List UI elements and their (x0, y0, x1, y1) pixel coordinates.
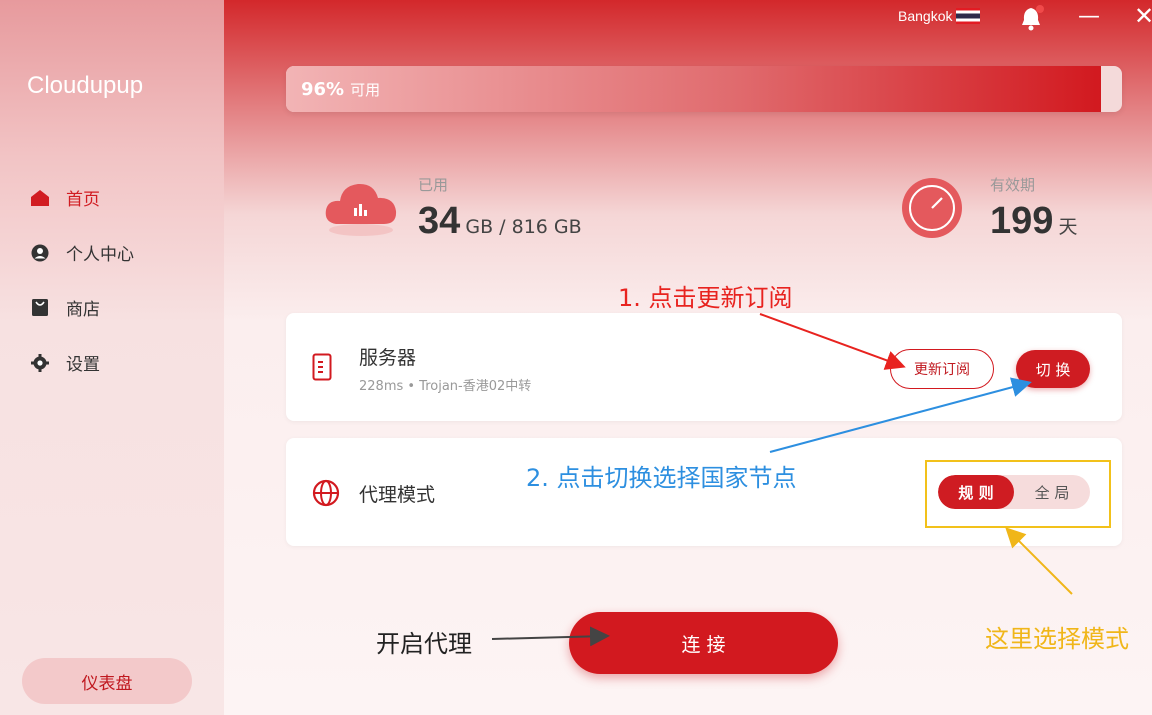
cloud-data-icon (322, 174, 400, 242)
sidebar-item-label: 设置 (66, 355, 100, 375)
clock-icon (900, 176, 964, 244)
proxy-mode-title: 代理模式 (359, 484, 436, 506)
dashboard-button[interactable]: 仪表盘 (22, 658, 192, 704)
sidebar: Cloudupup 首页 个人中心 商店 设置 仪表盘 (0, 0, 224, 715)
home-icon (30, 188, 50, 208)
mode-highlight-box (925, 460, 1111, 528)
sidebar-nav: 首页 个人中心 商店 设置 (0, 170, 224, 390)
server-subtitle: 228ms • Trojan-香港02中转 (359, 379, 532, 394)
usage-progress-bar: 96% 可用 (286, 66, 1122, 112)
server-card: 服务器 228ms • Trojan-香港02中转 更新订阅 切 换 (286, 313, 1122, 421)
location-selector[interactable]: Bangkok (898, 8, 981, 24)
sidebar-item-profile[interactable]: 个人中心 (0, 225, 224, 280)
sidebar-item-label: 商店 (66, 300, 100, 320)
main-panel: Bangkok — ✕ 96% 可用 已用 34 GB / 816 GB 有效期… (224, 0, 1152, 715)
user-icon (30, 243, 50, 263)
server-title: 服务器 (359, 347, 417, 369)
valid-value: 199 (990, 200, 1054, 242)
notification-bell-icon[interactable] (1020, 4, 1046, 36)
annotation-step2: 2. 点击切换选择国家节点 (526, 464, 797, 492)
annotation-start-hint: 开启代理 (376, 630, 472, 658)
valid-value-group: 199 天 (990, 200, 1078, 243)
used-value: 34 (418, 200, 461, 242)
sidebar-item-settings[interactable]: 设置 (0, 335, 224, 390)
server-icon (312, 353, 332, 385)
usage-percent: 96% (301, 79, 345, 100)
gear-icon (30, 353, 50, 373)
usage-progress-fill (286, 66, 1102, 112)
valid-unit: 天 (1058, 216, 1078, 238)
sidebar-item-store[interactable]: 商店 (0, 280, 224, 335)
used-value-group: 34 GB / 816 GB (418, 200, 582, 243)
usage-progress-text: 96% 可用 (301, 79, 380, 100)
minimize-icon[interactable]: — (1078, 4, 1100, 29)
connect-button[interactable]: 连 接 (569, 612, 838, 674)
used-detail: GB / 816 GB (465, 216, 582, 238)
usage-available-label: 可用 (350, 81, 381, 99)
sidebar-item-label: 首页 (66, 190, 100, 210)
app-logo: Cloudupup (27, 72, 144, 99)
store-icon (30, 298, 50, 318)
annotation-step1: 1. 点击更新订阅 (618, 284, 793, 312)
thailand-flag-icon (956, 8, 981, 24)
annotation-mode-hint: 这里选择模式 (985, 625, 1129, 653)
used-label: 已用 (418, 176, 449, 194)
location-label: Bangkok (898, 8, 953, 24)
update-subscription-button[interactable]: 更新订阅 (890, 349, 994, 389)
switch-server-button[interactable]: 切 换 (1016, 350, 1090, 388)
globe-icon (312, 479, 340, 511)
sidebar-item-label: 个人中心 (66, 245, 134, 265)
close-icon[interactable]: ✕ (1134, 2, 1152, 30)
valid-label: 有效期 (990, 176, 1036, 194)
sidebar-item-home[interactable]: 首页 (0, 170, 224, 225)
